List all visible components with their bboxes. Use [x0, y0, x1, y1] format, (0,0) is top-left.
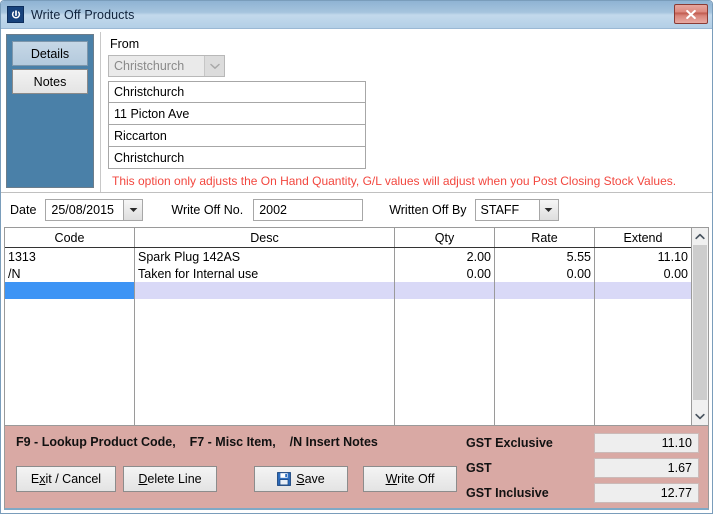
gst-exclusive-value: 11.10: [594, 433, 699, 453]
cell-code[interactable]: [5, 282, 135, 299]
address-line-2: 11 Picton Ave: [108, 103, 366, 125]
cell-qty[interactable]: [395, 282, 495, 299]
save-label: Save: [296, 472, 325, 486]
cell-rate[interactable]: [495, 282, 595, 299]
scrollbar-thumb[interactable]: [693, 245, 707, 400]
window-body: Details Notes From Christchurch Christch…: [1, 29, 712, 513]
gst-inclusive-value: 12.77: [594, 483, 699, 503]
write-off-no-label: Write Off No.: [171, 203, 244, 217]
totals-panel: GST Exclusive 11.10 GST 1.67 GST Inclusi…: [466, 432, 699, 507]
power-icon: [7, 6, 24, 23]
sidebar-item-details-label: Details: [30, 46, 70, 61]
gst-value: 1.67: [594, 458, 699, 478]
gst-inclusive-label: GST Inclusive: [466, 486, 549, 500]
column-header-code[interactable]: Code: [5, 228, 135, 247]
address-line-1: Christchurch: [108, 81, 366, 103]
column-header-qty[interactable]: Qty: [395, 228, 495, 247]
branch-select: Christchurch: [108, 55, 225, 77]
scroll-down-icon[interactable]: [692, 408, 708, 425]
total-row-gst-inclusive: GST Inclusive 12.77: [466, 482, 699, 504]
delete-line-label: Delete Line: [138, 472, 202, 486]
chevron-down-icon: [204, 56, 224, 76]
date-picker[interactable]: 25/08/2015: [45, 199, 144, 221]
grid-main: Code Desc Qty Rate Extend 1313 Spark Plu…: [5, 228, 691, 425]
cell-rate[interactable]: 0.00: [495, 265, 595, 282]
address-line-4: Christchurch: [108, 147, 366, 169]
write-off-button[interactable]: Write Off: [363, 466, 457, 492]
written-off-by-select[interactable]: STAFF: [474, 199, 559, 221]
grid-empty-extend-col: [595, 299, 691, 425]
cell-qty[interactable]: 0.00: [395, 265, 495, 282]
cell-qty[interactable]: 2.00: [395, 248, 495, 265]
line-items-grid: Code Desc Qty Rate Extend 1313 Spark Plu…: [4, 227, 709, 425]
section-nav-sidebar: Details Notes: [6, 34, 94, 188]
sidebar-item-notes-label: Notes: [33, 74, 67, 89]
column-header-extend[interactable]: Extend: [595, 228, 691, 247]
table-row[interactable]: /N Taken for Internal use 0.00 0.00 0.00: [5, 265, 691, 282]
grid-vertical-scrollbar[interactable]: [691, 228, 708, 425]
window-title: Write Off Products: [31, 7, 135, 22]
sidebar-item-notes[interactable]: Notes: [12, 69, 88, 94]
cell-desc[interactable]: Taken for Internal use: [135, 265, 395, 282]
write-off-products-window: Write Off Products Details Notes From Ch…: [0, 0, 713, 514]
sidebar-item-details[interactable]: Details: [12, 41, 88, 66]
date-label: Date: [10, 203, 37, 217]
table-row[interactable]: 1313 Spark Plug 142AS 2.00 5.55 11.10: [5, 248, 691, 265]
grid-inner: Code Desc Qty Rate Extend 1313 Spark Plu…: [5, 228, 708, 425]
close-button[interactable]: [674, 4, 708, 24]
cell-extend[interactable]: 11.10: [595, 248, 691, 265]
scrollbar-track[interactable]: [692, 245, 708, 408]
title-bar: Write Off Products: [1, 1, 712, 29]
grid-body: 1313 Spark Plug 142AS 2.00 5.55 11.10 /N…: [5, 248, 691, 425]
write-off-label: Write Off: [385, 472, 435, 486]
scroll-up-icon[interactable]: [692, 228, 708, 245]
exit-cancel-label: Exit / Cancel: [30, 472, 102, 486]
cell-desc[interactable]: [135, 282, 395, 299]
from-panel: From Christchurch Christchurch 11 Picton…: [100, 32, 710, 192]
written-off-by-label: Written Off By: [389, 203, 467, 217]
delete-line-button[interactable]: Delete Line: [123, 466, 217, 492]
written-off-by-value: STAFF: [480, 203, 520, 217]
date-value: 25/08/2015: [51, 203, 114, 217]
grid-empty-rate-col: [495, 299, 595, 425]
screen: Write Off Products Details Notes From Ch…: [0, 0, 713, 514]
cell-desc[interactable]: Spark Plug 142AS: [135, 248, 395, 265]
cell-code[interactable]: 1313: [5, 248, 135, 265]
cell-extend[interactable]: [595, 282, 691, 299]
grid-empty-code-col: [5, 299, 135, 425]
write-off-meta-row: Date 25/08/2015 Write Off No. 2002 Writt…: [1, 192, 712, 227]
gst-label: GST: [466, 461, 492, 475]
column-header-rate[interactable]: Rate: [495, 228, 595, 247]
footer-panel: F9 - Lookup Product Code, F7 - Misc Item…: [4, 425, 709, 510]
exit-cancel-button[interactable]: Exit / Cancel: [16, 466, 116, 492]
top-region: Details Notes From Christchurch Christch…: [1, 29, 712, 192]
grid-empty-area: [5, 299, 691, 425]
gst-exclusive-label: GST Exclusive: [466, 436, 553, 450]
chevron-down-icon[interactable]: [538, 200, 558, 220]
grid-header-row: Code Desc Qty Rate Extend: [5, 228, 691, 248]
save-button[interactable]: Save: [254, 466, 348, 492]
total-row-gst: GST 1.67: [466, 457, 699, 479]
warning-message: This option only adjusts the On Hand Qua…: [112, 174, 677, 188]
cell-code[interactable]: /N: [5, 265, 135, 282]
grid-empty-desc-col: [135, 299, 395, 425]
branch-select-value: Christchurch: [114, 59, 185, 73]
cell-rate[interactable]: 5.55: [495, 248, 595, 265]
floppy-disk-icon: [277, 472, 292, 486]
table-row-selected[interactable]: [5, 282, 691, 299]
keyboard-hint-text: F9 - Lookup Product Code, F7 - Misc Item…: [16, 435, 378, 449]
from-legend: From: [110, 37, 140, 51]
write-off-no-input[interactable]: 2002: [253, 199, 364, 221]
address-line-3: Riccarton: [108, 125, 366, 147]
column-header-desc[interactable]: Desc: [135, 228, 395, 247]
chevron-down-icon[interactable]: [123, 200, 143, 220]
cell-extend[interactable]: 0.00: [595, 265, 691, 282]
grid-empty-qty-col: [395, 299, 495, 425]
total-row-gst-exclusive: GST Exclusive 11.10: [466, 432, 699, 454]
